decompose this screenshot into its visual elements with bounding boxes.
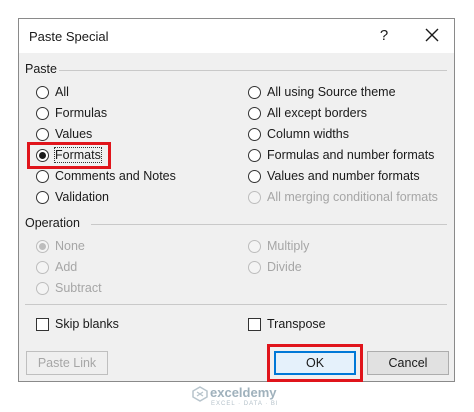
radio-icon — [248, 85, 261, 99]
close-button[interactable] — [420, 23, 444, 47]
operation-divide-radio: Divide — [248, 258, 302, 276]
paste-values-number-formats-radio[interactable]: Values and number formats — [248, 167, 420, 185]
paste-comments-notes-label: Comments and Notes — [55, 169, 176, 183]
operation-add-label: Add — [55, 260, 78, 274]
paste-all-source-theme-radio[interactable]: All using Source theme — [248, 83, 396, 101]
paste-all-radio[interactable]: All — [36, 83, 69, 101]
radio-icon — [36, 85, 49, 99]
checkbox-icon — [248, 317, 261, 331]
radio-icon — [248, 260, 261, 274]
paste-all-merging-conditional-formats-radio: All merging conditional formats — [248, 188, 438, 206]
operation-divide-label: Divide — [267, 260, 302, 274]
radio-icon — [36, 169, 49, 183]
paste-all-merging-conditional-formats-label: All merging conditional formats — [267, 190, 438, 204]
checkbox-icon — [36, 317, 49, 331]
transpose-checkbox[interactable]: Transpose — [248, 315, 326, 333]
paste-separator — [59, 70, 447, 71]
radio-icon — [36, 190, 49, 204]
paste-comments-notes-radio[interactable]: Comments and Notes — [36, 167, 176, 185]
paste-section-label: Paste — [25, 62, 57, 76]
paste-validation-radio[interactable]: Validation — [36, 188, 109, 206]
options-separator — [25, 304, 447, 305]
radio-icon — [248, 148, 261, 162]
title-bar: Paste Special ? — [19, 19, 454, 53]
radio-icon — [36, 260, 49, 274]
dialog-title: Paste Special — [29, 29, 109, 44]
operation-none-radio: None — [36, 237, 85, 255]
operation-subtract-label: Subtract — [55, 281, 102, 295]
operation-separator — [91, 224, 447, 225]
exceldemy-logo-icon — [192, 386, 208, 402]
paste-column-widths-radio[interactable]: Column widths — [248, 125, 349, 143]
paste-all-except-borders-radio[interactable]: All except borders — [248, 104, 367, 122]
operation-subtract-radio: Subtract — [36, 279, 102, 297]
formats-highlight-box — [27, 142, 111, 169]
paste-formulas-number-formats-radio[interactable]: Formulas and number formats — [248, 146, 434, 164]
skip-blanks-label: Skip blanks — [55, 317, 119, 331]
operation-add-radio: Add — [36, 258, 77, 276]
radio-icon — [36, 127, 49, 141]
operation-multiply-radio: Multiply — [248, 237, 309, 255]
radio-icon — [36, 281, 49, 295]
radio-icon — [248, 169, 261, 183]
paste-values-radio[interactable]: Values — [36, 125, 92, 143]
radio-selected-icon — [36, 239, 49, 253]
cancel-button[interactable]: Cancel — [367, 351, 449, 375]
radio-icon — [248, 106, 261, 120]
paste-link-button: Paste Link — [26, 351, 108, 375]
paste-all-label: All — [55, 85, 69, 99]
paste-values-number-formats-label: Values and number formats — [267, 169, 420, 183]
ok-highlight-box — [267, 344, 363, 382]
watermark-tagline: EXCEL · DATA · BI — [211, 401, 279, 407]
transpose-label: Transpose — [267, 317, 326, 331]
radio-icon — [248, 127, 261, 141]
radio-icon — [248, 190, 261, 204]
radio-icon — [36, 106, 49, 120]
watermark-name: exceldemy — [210, 385, 277, 400]
paste-values-label: Values — [55, 127, 93, 141]
skip-blanks-checkbox[interactable]: Skip blanks — [36, 315, 119, 333]
operation-none-label: None — [55, 239, 85, 253]
paste-formulas-number-formats-label: Formulas and number formats — [267, 148, 435, 162]
radio-icon — [248, 239, 261, 253]
close-icon — [425, 28, 439, 42]
paste-validation-label: Validation — [55, 190, 109, 204]
paste-formulas-radio[interactable]: Formulas — [36, 104, 107, 122]
paste-all-except-borders-label: All except borders — [267, 106, 368, 120]
operation-multiply-label: Multiply — [267, 239, 310, 253]
paste-formulas-label: Formulas — [55, 106, 108, 120]
paste-all-source-theme-label: All using Source theme — [267, 85, 396, 99]
operation-section-label: Operation — [25, 216, 80, 230]
paste-column-widths-label: Column widths — [267, 127, 349, 141]
help-button[interactable]: ? — [374, 25, 394, 47]
paste-special-dialog: Paste Special ? Paste All Formulas Value… — [18, 18, 455, 382]
exceldemy-watermark: exceldemy EXCEL · DATA · BI — [192, 384, 312, 410]
